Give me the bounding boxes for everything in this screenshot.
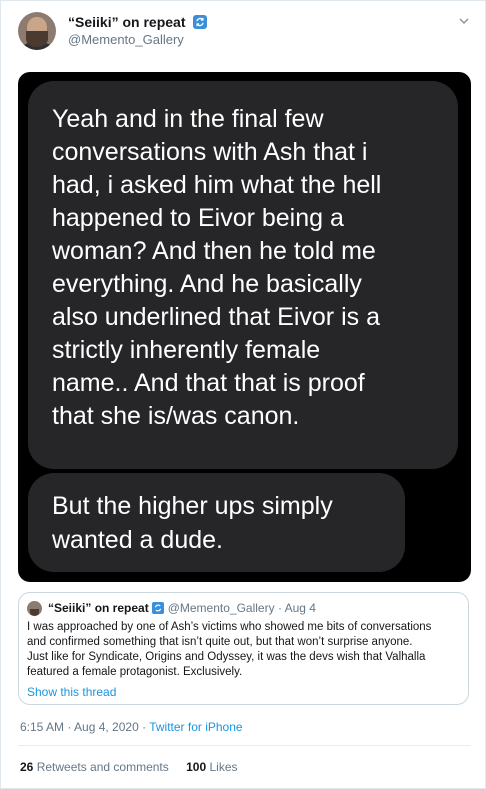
message-line: strictly inherently female [52,336,321,364]
quoted-tweet-text: I was approached by one of Ash’s victims… [27,620,463,680]
quoted-date: · Aug 4 [277,601,316,615]
divider [18,745,471,746]
message-line: name.. And that that is proof [52,369,365,397]
likes-stat[interactable]: 100 Likes [186,760,237,774]
sync-badge-icon [151,602,164,614]
message-line: But the higher ups simply [52,492,333,520]
message-line: everything. And he basically [52,270,362,298]
message-line: wanted a dude. [52,526,223,554]
message-bubble: Yeah and in the final few conversations … [28,81,458,469]
sync-badge-icon [193,15,208,29]
retweets-count: 26 [20,760,34,774]
message-line: that she is/was canon. [52,402,300,430]
message-line: conversations with Ash that i [52,138,368,166]
message-line: woman? And then he told me [52,237,376,265]
tweet-card: “Seiiki” on repeat @Memento_Gallery Yeah… [0,0,486,789]
author-handle[interactable]: @Memento_Gallery [68,32,184,47]
message-line: happened to Eivor being a [52,204,344,232]
quoted-tweet[interactable]: “Seiiki” on repeat @Memento_Gallery · Au… [18,592,469,705]
tweet-media-image[interactable]: Yeah and in the final few conversations … [18,72,471,582]
retweets-label: Retweets and comments [36,760,169,774]
client-link[interactable]: Twitter for iPhone [149,720,242,734]
message-line: also underlined that Eivor is a [52,303,380,331]
tweet-metadata: 6:15 AM · Aug 4, 2020 · Twitter for iPho… [20,720,243,734]
retweets-stat[interactable]: 26 Retweets and comments [20,760,172,774]
likes-count: 100 [186,760,207,774]
quoted-tweet-header: “Seiiki” on repeat @Memento_Gallery · Au… [48,601,316,615]
quoted-author-name: “Seiiki” on repeat [48,601,149,615]
quoted-text-line: I was approached by one of Ash’s victims… [27,621,432,633]
likes-label: Likes [209,760,238,774]
quoted-avatar [27,601,42,616]
message-line: had, i asked him what the hell [52,171,382,199]
show-thread-link[interactable]: Show this thread [27,685,116,699]
author-name[interactable]: “Seiiki” on repeat [68,14,208,30]
author-display-name[interactable]: “Seiiki” on repeat [68,14,185,30]
message-line: Yeah and in the final few [52,105,324,133]
quoted-text-line: Just like for Syndicate, Origins and Ody… [27,651,426,663]
timestamp[interactable]: 6:15 AM · Aug 4, 2020 · [20,720,149,734]
engagement-stats: 26 Retweets and comments 100 Likes [20,760,252,774]
quoted-author-handle: @Memento_Gallery [167,601,275,615]
tweet-header: “Seiiki” on repeat @Memento_Gallery [18,11,473,55]
chevron-down-icon[interactable] [457,14,471,28]
message-bubble: But the higher ups simply wanted a dude. [28,473,405,572]
quoted-text-line: featured a female protagonist. Exclusive… [27,666,243,678]
avatar[interactable] [18,12,56,50]
quoted-text-line: and confirmed something that isn’t quite… [27,636,413,648]
